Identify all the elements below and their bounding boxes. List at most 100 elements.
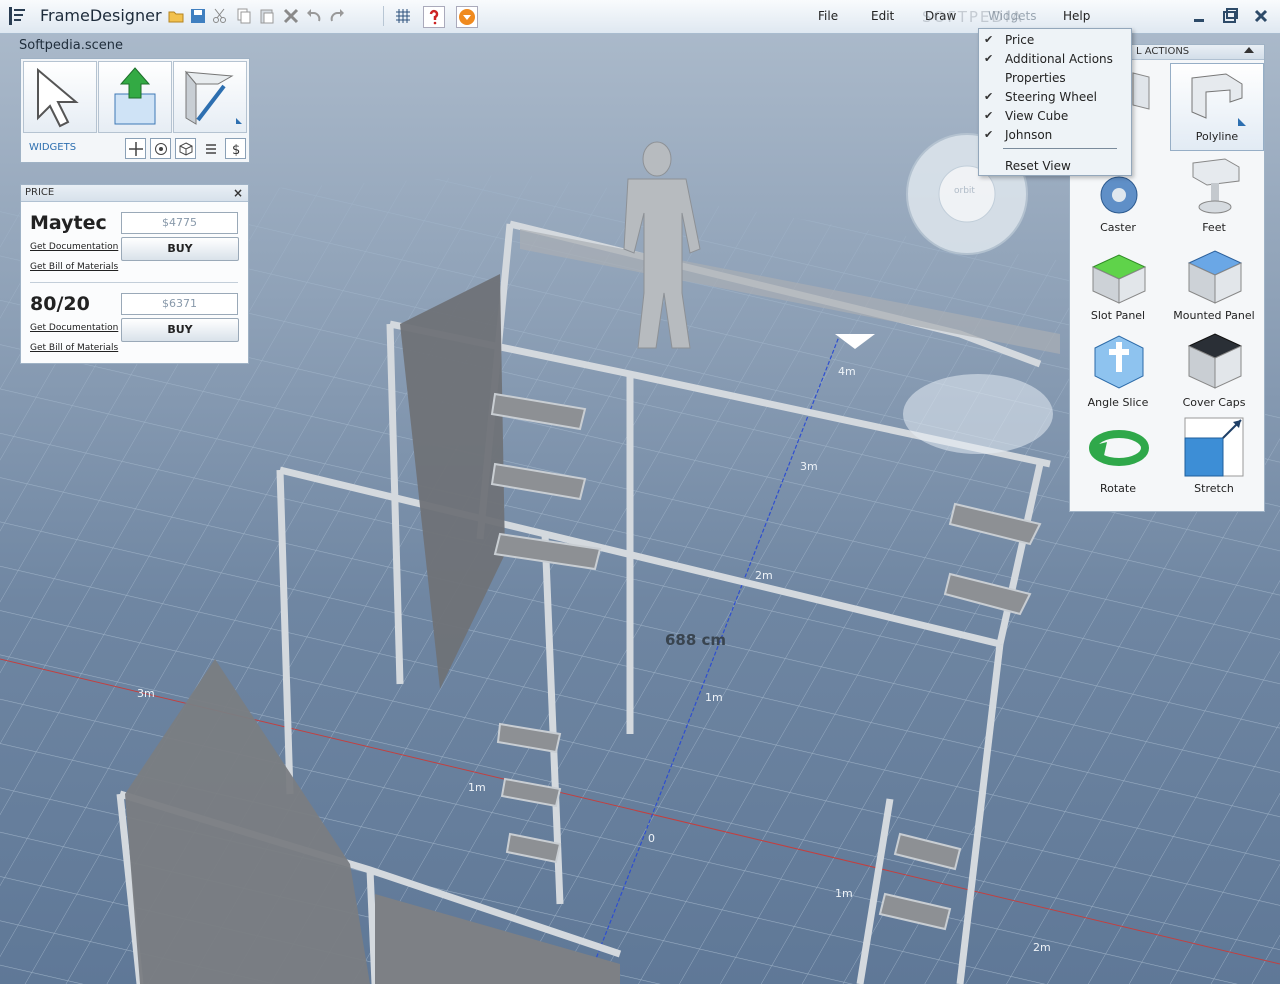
maximize-icon[interactable] (1219, 7, 1241, 25)
profile-tool-icon[interactable] (173, 61, 247, 133)
doc-link-maytec[interactable]: Get Documentation (30, 242, 118, 252)
steering-wheel-center[interactable]: orbit (954, 186, 975, 196)
scene-name: Softpedia.scene (19, 38, 124, 53)
check-icon: ✔ (984, 128, 994, 141)
action-label-caster: Caster (1100, 221, 1136, 234)
move-icon[interactable] (125, 138, 146, 159)
price-value-8020: $6371 (121, 293, 238, 315)
slot-panel-icon (1091, 254, 1147, 304)
dim-1m-left: 1m (468, 781, 486, 794)
dim-4m: 4m (838, 365, 856, 378)
bom-link-maytec[interactable]: Get Bill of Materials (30, 262, 118, 272)
action-stretch[interactable]: Stretch (1168, 414, 1260, 500)
action-label-rotate: Rotate (1099, 482, 1136, 495)
action-label-slot-panel: Slot Panel (1090, 309, 1146, 322)
check-icon: ✔ (984, 109, 994, 122)
angle-slice-icon (1094, 335, 1144, 389)
widgets-menu-properties[interactable]: Properties (1005, 71, 1066, 85)
paste-icon[interactable] (257, 6, 277, 26)
check-icon: ✔ (984, 33, 994, 46)
undo-icon[interactable] (304, 6, 324, 26)
dim-2m-right: 2m (1033, 941, 1051, 954)
dim-1m-right: 1m (835, 887, 853, 900)
action-label-stretch: Stretch (1194, 482, 1234, 495)
doc-link-8020[interactable]: Get Documentation (30, 323, 118, 333)
minimize-icon[interactable] (1188, 7, 1210, 25)
price-header-title: PRICE (25, 187, 55, 198)
buy-button-maytec[interactable]: BUY (121, 237, 239, 261)
polyline-icon (1191, 73, 1246, 126)
vendor-name-maytec: Maytec (30, 212, 107, 234)
tool-panel: WIDGETS $ (20, 58, 250, 163)
copy-icon[interactable] (234, 6, 254, 26)
widgets-menu-additional-actions[interactable]: Additional Actions (1005, 52, 1113, 66)
dim-2m: 2m (755, 569, 773, 582)
dim-0: 0 (648, 832, 655, 845)
action-rotate[interactable]: Rotate (1072, 414, 1164, 500)
price-panel: PRICE × Maytec $4775 BUY Get Documentati… (20, 184, 249, 364)
dropdown-icon[interactable] (456, 6, 478, 28)
app-title: FrameDesigner (40, 6, 162, 25)
check-icon: ✔ (984, 90, 994, 103)
list-icon[interactable] (200, 138, 221, 159)
rotate-icon (1089, 430, 1149, 466)
svg-text:$: $ (232, 143, 240, 156)
feet-icon (1192, 158, 1240, 214)
collapse-icon[interactable] (1244, 47, 1254, 53)
action-feet[interactable]: Feet (1168, 153, 1260, 239)
dim-1m: 1m (705, 691, 723, 704)
action-label-polyline: Polyline (1195, 130, 1239, 143)
vendor-name-8020: 80/20 (30, 293, 90, 315)
price-value-maytec: $4775 (121, 212, 238, 234)
price-divider (30, 282, 238, 283)
dim-3m-left: 3m (137, 687, 155, 700)
widgets-menu-steering-wheel[interactable]: Steering Wheel (1005, 90, 1097, 104)
mounted-panel-icon (1187, 250, 1243, 304)
view-cube (903, 374, 1053, 454)
actions-header-title: L ACTIONS (1136, 46, 1190, 57)
help-question-icon[interactable] (423, 6, 445, 28)
widgets-menu-johnson[interactable]: Johnson (1005, 128, 1052, 142)
toolbar-separator (383, 6, 384, 26)
action-label-mounted-panel: Mounted Panel (1173, 309, 1255, 322)
action-label-cover-caps: Cover Caps (1182, 396, 1246, 409)
open-folder-icon[interactable] (166, 6, 186, 26)
action-mounted-panel[interactable]: Mounted Panel (1168, 241, 1260, 327)
stretch-icon (1184, 417, 1244, 477)
price-close-icon[interactable]: × (233, 185, 243, 201)
cube-icon[interactable] (175, 138, 196, 159)
action-label-angle-slice: Angle Slice (1087, 396, 1149, 409)
widgets-label[interactable]: WIDGETS (29, 142, 76, 153)
bom-link-8020[interactable]: Get Bill of Materials (30, 343, 118, 353)
menu-file[interactable]: File (818, 9, 838, 23)
action-polyline[interactable]: Polyline (1170, 63, 1264, 151)
menu-edit[interactable]: Edit (871, 9, 894, 23)
measure-label: 688 cm (665, 631, 727, 649)
watermark: SOFTPEDIA (922, 8, 1024, 26)
action-slot-panel[interactable]: Slot Panel (1072, 241, 1164, 327)
dollar-icon[interactable]: $ (225, 138, 246, 159)
menu-help[interactable]: Help (1063, 9, 1090, 23)
cut-icon[interactable] (210, 6, 230, 26)
price-header: PRICE × (21, 185, 248, 202)
widgets-dropdown-menu: ✔ Price ✔ Additional Actions Properties … (978, 28, 1132, 176)
check-icon: ✔ (984, 52, 994, 65)
app-logo-icon (6, 5, 28, 27)
action-angle-slice[interactable]: Angle Slice (1072, 328, 1164, 414)
menu-separator (1003, 148, 1117, 149)
widgets-menu-price[interactable]: Price (1005, 33, 1034, 47)
redo-icon[interactable] (327, 6, 347, 26)
grid-icon[interactable] (393, 6, 413, 26)
action-cover-caps[interactable]: Cover Caps (1168, 328, 1260, 414)
orbit-icon[interactable] (150, 138, 171, 159)
dim-3m: 3m (800, 460, 818, 473)
delete-icon[interactable] (281, 6, 301, 26)
widgets-menu-reset-view[interactable]: Reset View (1005, 159, 1071, 173)
cover-caps-icon (1187, 333, 1243, 389)
widgets-menu-view-cube[interactable]: View Cube (1005, 109, 1068, 123)
close-icon[interactable] (1250, 7, 1272, 25)
insert-component-icon[interactable] (98, 61, 172, 133)
save-icon[interactable] (188, 6, 208, 26)
select-arrow-icon[interactable] (23, 61, 97, 133)
buy-button-8020[interactable]: BUY (121, 318, 239, 342)
